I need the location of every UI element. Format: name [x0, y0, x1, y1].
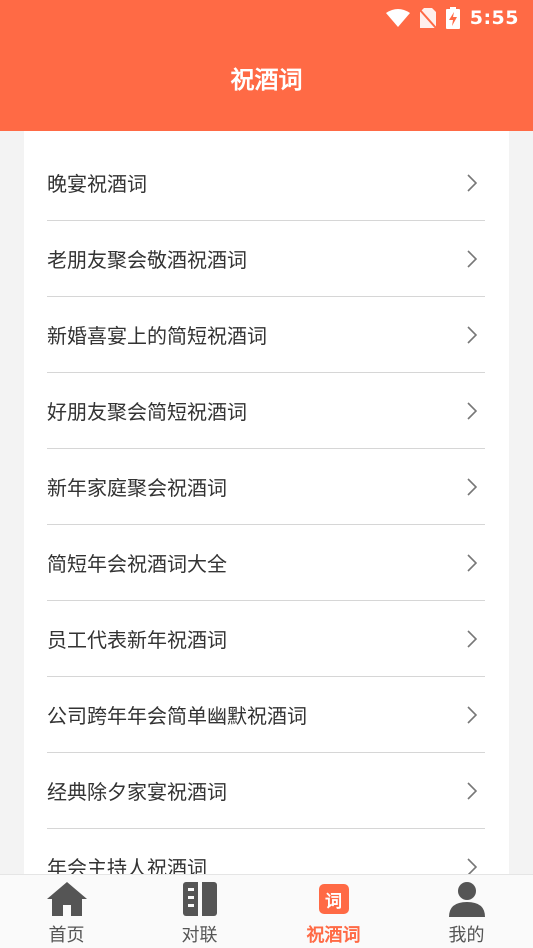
- chevron-right-icon: [467, 781, 477, 800]
- chevron-right-icon: [467, 173, 477, 192]
- tab-mine[interactable]: 我的: [400, 875, 533, 948]
- chevron-right-icon: [467, 553, 477, 572]
- chevron-right-icon: [467, 249, 477, 268]
- tab-label: 祝酒词: [306, 925, 361, 946]
- list-item-label: 晚宴祝酒词: [47, 172, 147, 196]
- list-item[interactable]: 新年家庭聚会祝酒词: [47, 449, 485, 525]
- user-icon: [448, 881, 485, 917]
- app-header: 5:55 祝酒词: [0, 0, 533, 131]
- list-item-label: 简短年会祝酒词大全: [47, 552, 227, 576]
- list-item[interactable]: 晚宴祝酒词: [47, 145, 485, 221]
- list-item-label: 经典除夕家宴祝酒词: [47, 780, 227, 804]
- home-icon: [46, 881, 87, 917]
- status-time: 5:55: [469, 7, 519, 29]
- tab-label: 对联: [181, 925, 218, 946]
- battery-charging-icon: [445, 7, 460, 29]
- list-item-label: 员工代表新年祝酒词: [47, 628, 227, 652]
- chevron-right-icon: [467, 401, 477, 420]
- toast-list: 晚宴祝酒词 老朋友聚会敬酒祝酒词 新婚喜宴上的简短祝酒词 好朋友聚会简短祝酒词 …: [24, 131, 509, 874]
- bottom-tab-bar: 首页 对联 词 祝酒词 我的: [0, 874, 533, 948]
- list-item-label: 年会主持人祝酒词: [47, 856, 207, 874]
- list-item[interactable]: 年会主持人祝酒词: [47, 829, 485, 874]
- list-item[interactable]: 简短年会祝酒词大全: [47, 525, 485, 601]
- list-item-label: 公司跨年年会简单幽默祝酒词: [47, 704, 307, 728]
- list-item[interactable]: 新婚喜宴上的简短祝酒词: [47, 297, 485, 373]
- chevron-right-icon: [467, 629, 477, 648]
- list-item[interactable]: 老朋友聚会敬酒祝酒词: [47, 221, 485, 297]
- tab-label: 我的: [448, 925, 485, 946]
- chevron-right-icon: [467, 857, 477, 874]
- list-item[interactable]: 公司跨年年会简单幽默祝酒词: [47, 677, 485, 753]
- chevron-right-icon: [467, 705, 477, 724]
- list-item[interactable]: 经典除夕家宴祝酒词: [47, 753, 485, 829]
- no-sim-icon: [419, 8, 436, 28]
- couplet-icon: [182, 881, 217, 917]
- tab-toast-words[interactable]: 词 祝酒词: [267, 875, 400, 948]
- chevron-right-icon: [467, 477, 477, 496]
- tab-badge: 词: [318, 884, 349, 914]
- list-item-label: 新年家庭聚会祝酒词: [47, 476, 227, 500]
- list-item-label: 新婚喜宴上的简短祝酒词: [47, 324, 267, 348]
- toast-words-icon: 词: [318, 881, 349, 917]
- list-item-label: 老朋友聚会敬酒祝酒词: [47, 248, 247, 272]
- status-bar: 5:55: [385, 6, 519, 30]
- tab-home[interactable]: 首页: [0, 875, 133, 948]
- chevron-right-icon: [467, 325, 477, 344]
- page-title: 祝酒词: [230, 66, 303, 94]
- tab-label: 首页: [48, 925, 85, 946]
- tab-couplet[interactable]: 对联: [133, 875, 266, 948]
- list-item[interactable]: 员工代表新年祝酒词: [47, 601, 485, 677]
- list-item-label: 好朋友聚会简短祝酒词: [47, 400, 247, 424]
- list-item[interactable]: 好朋友聚会简短祝酒词: [47, 373, 485, 449]
- wifi-icon: [385, 9, 410, 27]
